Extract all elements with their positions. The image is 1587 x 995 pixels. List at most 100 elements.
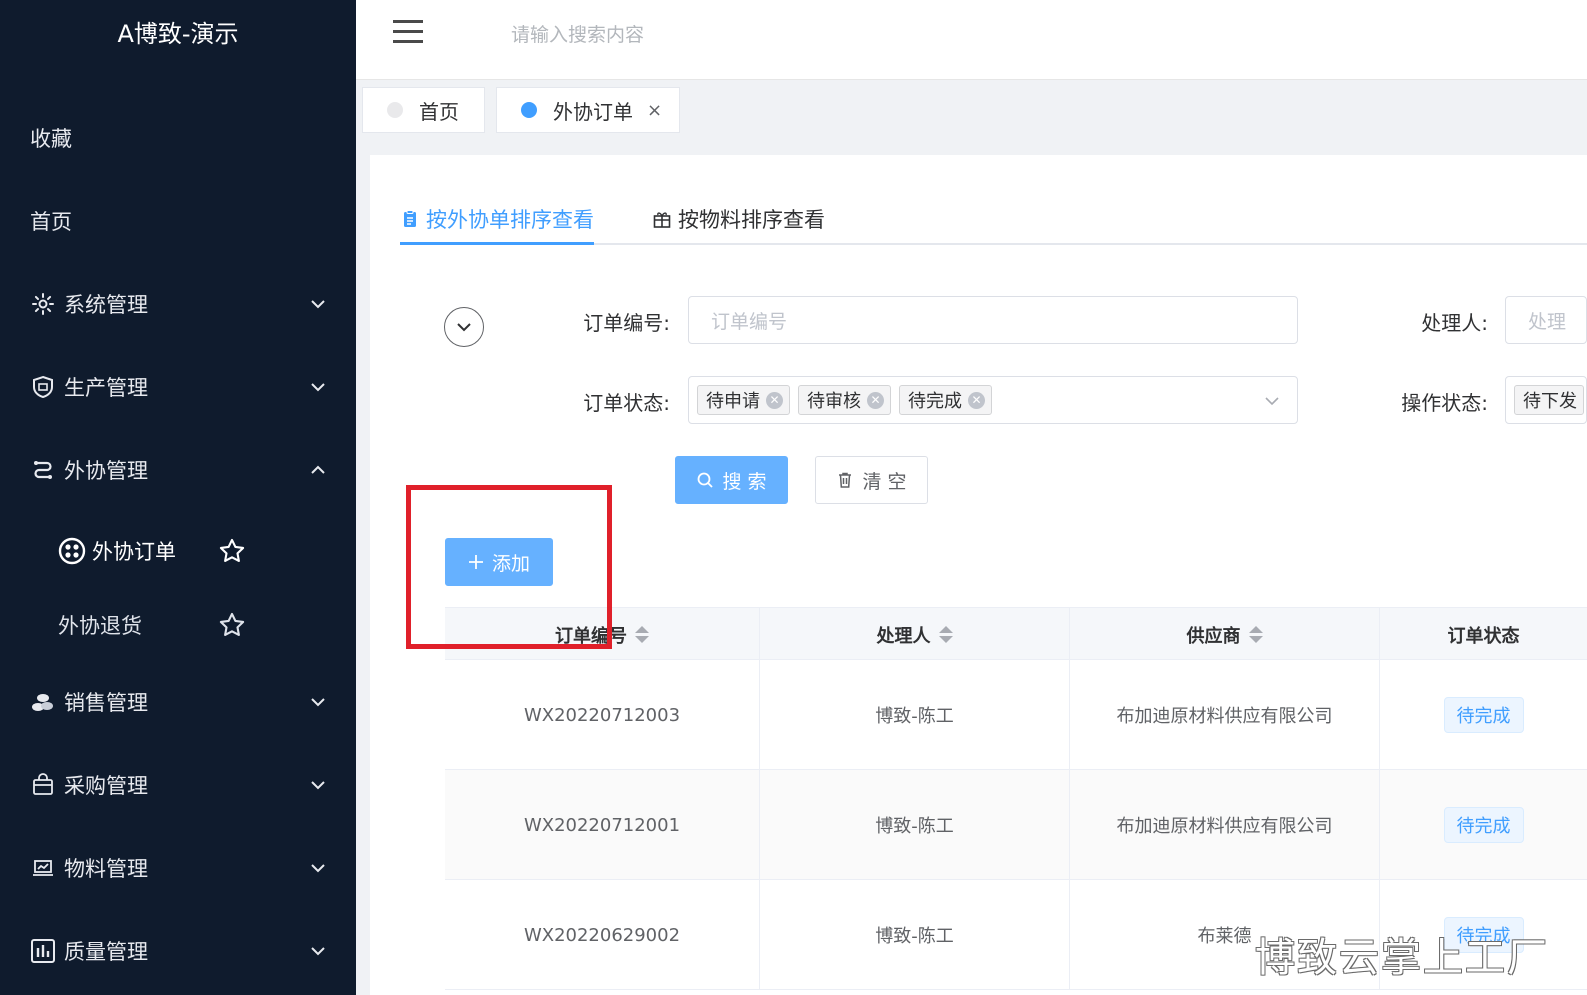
- clear-button-label: 清 空: [862, 470, 907, 493]
- star-icon[interactable]: [218, 611, 246, 639]
- order-status-label: 订单状态:: [583, 391, 670, 415]
- handler-label: 处理人:: [1421, 311, 1488, 335]
- sidebar-item-label: 销售管理: [64, 691, 148, 715]
- clipboard-icon: [404, 209, 416, 227]
- sidebar-item-label: 生产管理: [64, 376, 148, 400]
- tab-label: 首页: [419, 99, 459, 124]
- sidebar-subitem-outsource-orders[interactable]: 外协订单: [58, 531, 356, 571]
- chevron-down-icon: [311, 300, 325, 309]
- subtab-label: 按物料排序查看: [678, 208, 825, 232]
- chevron-down-icon: [311, 383, 325, 392]
- sidebar-item-sales[interactable]: 销售管理: [30, 682, 356, 722]
- tag-label: 待审核: [807, 391, 861, 412]
- gear-icon: [30, 291, 56, 317]
- sidebar-item-label: 物料管理: [64, 857, 148, 881]
- tab-status-dot: [521, 102, 537, 118]
- column-header-order-no[interactable]: 订单编号: [445, 608, 760, 661]
- order-no-placeholder: 订单编号: [711, 310, 788, 333]
- sidebar-item-favorites[interactable]: 收藏: [30, 118, 356, 158]
- sort-icon[interactable]: [938, 626, 953, 643]
- sidebar-item-quality[interactable]: 质量管理: [30, 931, 356, 971]
- sidebar-subitem-outsource-returns[interactable]: 外协退货: [58, 605, 356, 645]
- tab-label: 外协订单: [553, 99, 633, 124]
- tag-close-icon[interactable]: ✕: [968, 391, 985, 409]
- clear-button[interactable]: 清 空: [815, 456, 928, 504]
- column-header-status[interactable]: 订单状态: [1380, 608, 1587, 661]
- trash-icon: [839, 472, 852, 488]
- tag-close-icon[interactable]: ✕: [766, 391, 783, 409]
- status-tag: 待下发: [1514, 385, 1584, 415]
- status-tag: 待申请 ✕: [697, 385, 790, 415]
- chevron-down-icon: [457, 323, 471, 332]
- handler-input[interactable]: 处理: [1505, 296, 1587, 344]
- chevron-down-icon: [311, 947, 325, 956]
- column-label: 订单状态: [1447, 625, 1520, 647]
- column-header-handler[interactable]: 处理人: [760, 608, 1070, 661]
- op-status-label: 操作状态:: [1401, 391, 1488, 415]
- tag-label: 待完成: [908, 391, 962, 412]
- status-badge: 待完成: [1443, 807, 1524, 843]
- close-icon[interactable]: ×: [647, 100, 662, 121]
- tag-close-icon[interactable]: ✕: [867, 391, 884, 409]
- table-header: 订单编号 处理人 供应商 订单状态: [445, 607, 1587, 661]
- top-header: [356, 0, 1587, 80]
- sidebar-item-production[interactable]: 生产管理: [30, 367, 356, 407]
- sidebar-item-label: 采购管理: [64, 774, 148, 798]
- column-label: 处理人: [876, 625, 931, 647]
- network-icon: [58, 537, 86, 565]
- sidebar-item-label: 收藏: [30, 127, 72, 151]
- chevron-down-icon: [1265, 397, 1279, 406]
- table-row[interactable]: WX20220712001 博致-陈工 布加迪原材料供应有限公司 待完成: [445, 770, 1587, 880]
- app-brand: A博致-演示: [117, 20, 239, 48]
- chevron-down-icon: [311, 864, 325, 873]
- global-search-input[interactable]: [511, 20, 911, 50]
- sidebar-item-outsourcing[interactable]: 外协管理: [30, 450, 356, 490]
- cell-supplier: 布加迪原材料供应有限公司: [1070, 770, 1380, 880]
- search-icon: [698, 472, 714, 488]
- column-label: 供应商: [1186, 625, 1241, 647]
- column-header-supplier[interactable]: 供应商: [1070, 608, 1380, 661]
- sidebar: A博致-演示 收藏 首页 系统管理 生产管理 外协管理 外协订单 外协退货 销售…: [0, 0, 356, 995]
- cell-status: 待完成: [1380, 660, 1587, 770]
- page-tabs: 首页 外协订单 ×: [356, 80, 1587, 140]
- laptop-chart-icon: [30, 855, 56, 881]
- tab-home[interactable]: 首页: [362, 87, 485, 133]
- tab-sort-by-order[interactable]: 按外协单排序查看: [400, 195, 594, 245]
- sort-icon[interactable]: [635, 626, 649, 643]
- search-button[interactable]: 搜 索: [675, 456, 788, 504]
- tab-sort-by-material[interactable]: 按物料排序查看: [652, 195, 825, 243]
- cell-order-no: WX20220629002: [445, 880, 760, 990]
- plus-icon: [468, 555, 483, 569]
- table-row[interactable]: WX20220712003 博致-陈工 布加迪原材料供应有限公司 待完成: [445, 660, 1587, 770]
- order-no-label: 订单编号:: [583, 311, 670, 335]
- search-button-label: 搜 索: [722, 470, 767, 493]
- order-no-input[interactable]: 订单编号: [688, 296, 1298, 344]
- hamburger-menu-icon[interactable]: [393, 20, 423, 46]
- cell-order-no: WX20220712003: [445, 660, 760, 770]
- order-status-select[interactable]: 待申请 ✕ 待审核 ✕ 待完成 ✕: [688, 376, 1298, 424]
- gift-box-icon: [653, 212, 671, 228]
- sidebar-item-materials[interactable]: 物料管理: [30, 848, 356, 888]
- handler-placeholder: 处理: [1528, 310, 1567, 333]
- add-button[interactable]: 添加: [445, 538, 553, 586]
- cell-status: 待完成: [1380, 770, 1587, 880]
- cell-handler: 博致-陈工: [760, 770, 1070, 880]
- sidebar-item-purchasing[interactable]: 采购管理: [30, 765, 356, 805]
- tab-outsource-orders[interactable]: 外协订单 ×: [496, 87, 680, 133]
- collapse-filter-button[interactable]: [444, 307, 484, 347]
- sidebar-item-label: 系统管理: [64, 293, 148, 317]
- cell-handler: 博致-陈工: [760, 660, 1070, 770]
- sort-icon[interactable]: [1248, 626, 1263, 643]
- op-status-select[interactable]: 待下发: [1505, 376, 1587, 424]
- shopping-bag-icon: [30, 772, 56, 798]
- star-icon[interactable]: [218, 537, 246, 565]
- status-tag: 待完成 ✕: [899, 385, 992, 415]
- route-icon: [30, 457, 56, 483]
- coins-icon: [30, 689, 56, 715]
- sidebar-item-label: 首页: [30, 210, 72, 234]
- sidebar-item-home[interactable]: 首页: [30, 201, 356, 241]
- bar-chart-icon: [30, 938, 56, 964]
- subtab-label: 按外协单排序查看: [426, 207, 594, 232]
- sidebar-item-system[interactable]: 系统管理: [30, 284, 356, 324]
- cell-handler: 博致-陈工: [760, 880, 1070, 990]
